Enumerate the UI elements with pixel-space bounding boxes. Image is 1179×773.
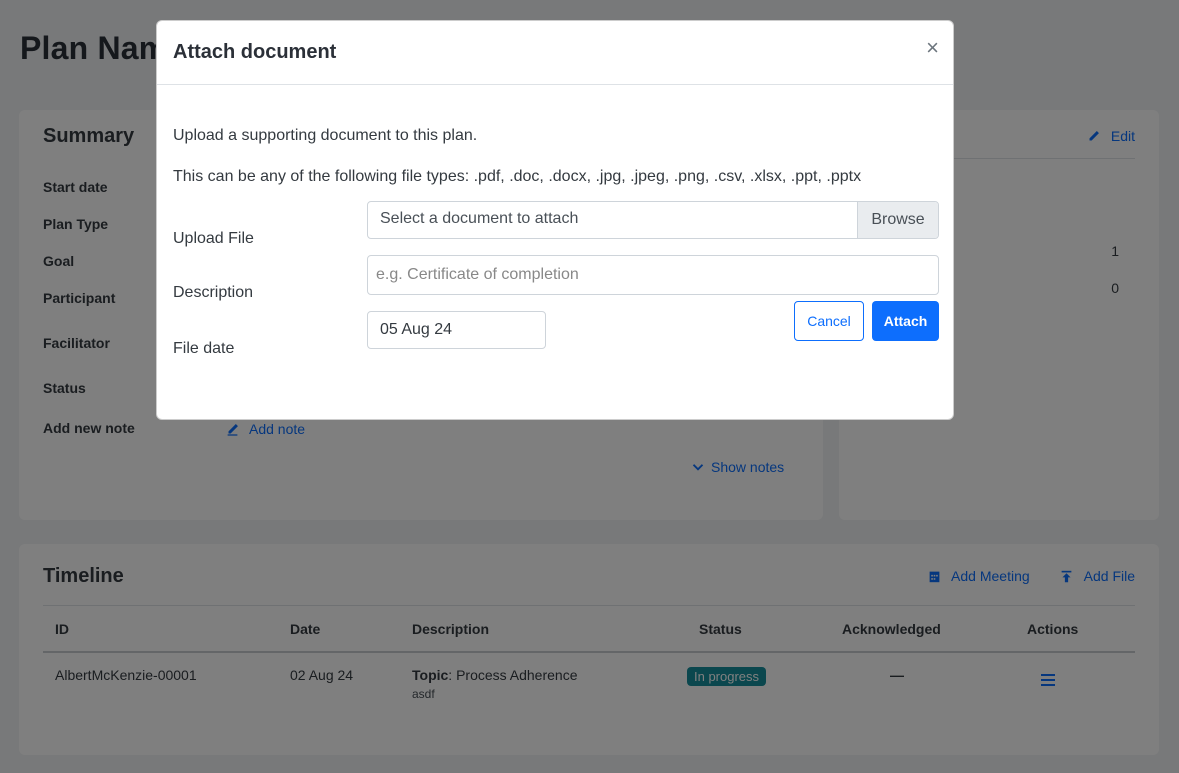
upload-file-input[interactable]: Select a document to attach Browse — [367, 201, 939, 239]
modal-file-types: This can be any of the following file ty… — [173, 168, 862, 185]
upload-file-label: Upload File — [173, 230, 254, 247]
modal-header: Attach document × — [157, 21, 953, 85]
description-label: Description — [173, 284, 254, 301]
modal-intro: Upload a supporting document to this pla… — [173, 127, 478, 144]
browse-button[interactable]: Browse — [857, 202, 938, 238]
file-date-label: File date — [173, 340, 235, 357]
cancel-button[interactable]: Cancel — [794, 301, 864, 341]
modal-title: Attach document — [173, 41, 337, 63]
upload-file-placeholder: Select a document to attach — [380, 210, 579, 227]
attach-button[interactable]: Attach — [872, 301, 939, 341]
description-input[interactable] — [367, 255, 939, 295]
close-icon[interactable]: × — [926, 37, 939, 59]
file-date-input[interactable] — [367, 311, 546, 349]
attach-document-modal: Attach document × Upload a supporting do… — [156, 20, 954, 420]
